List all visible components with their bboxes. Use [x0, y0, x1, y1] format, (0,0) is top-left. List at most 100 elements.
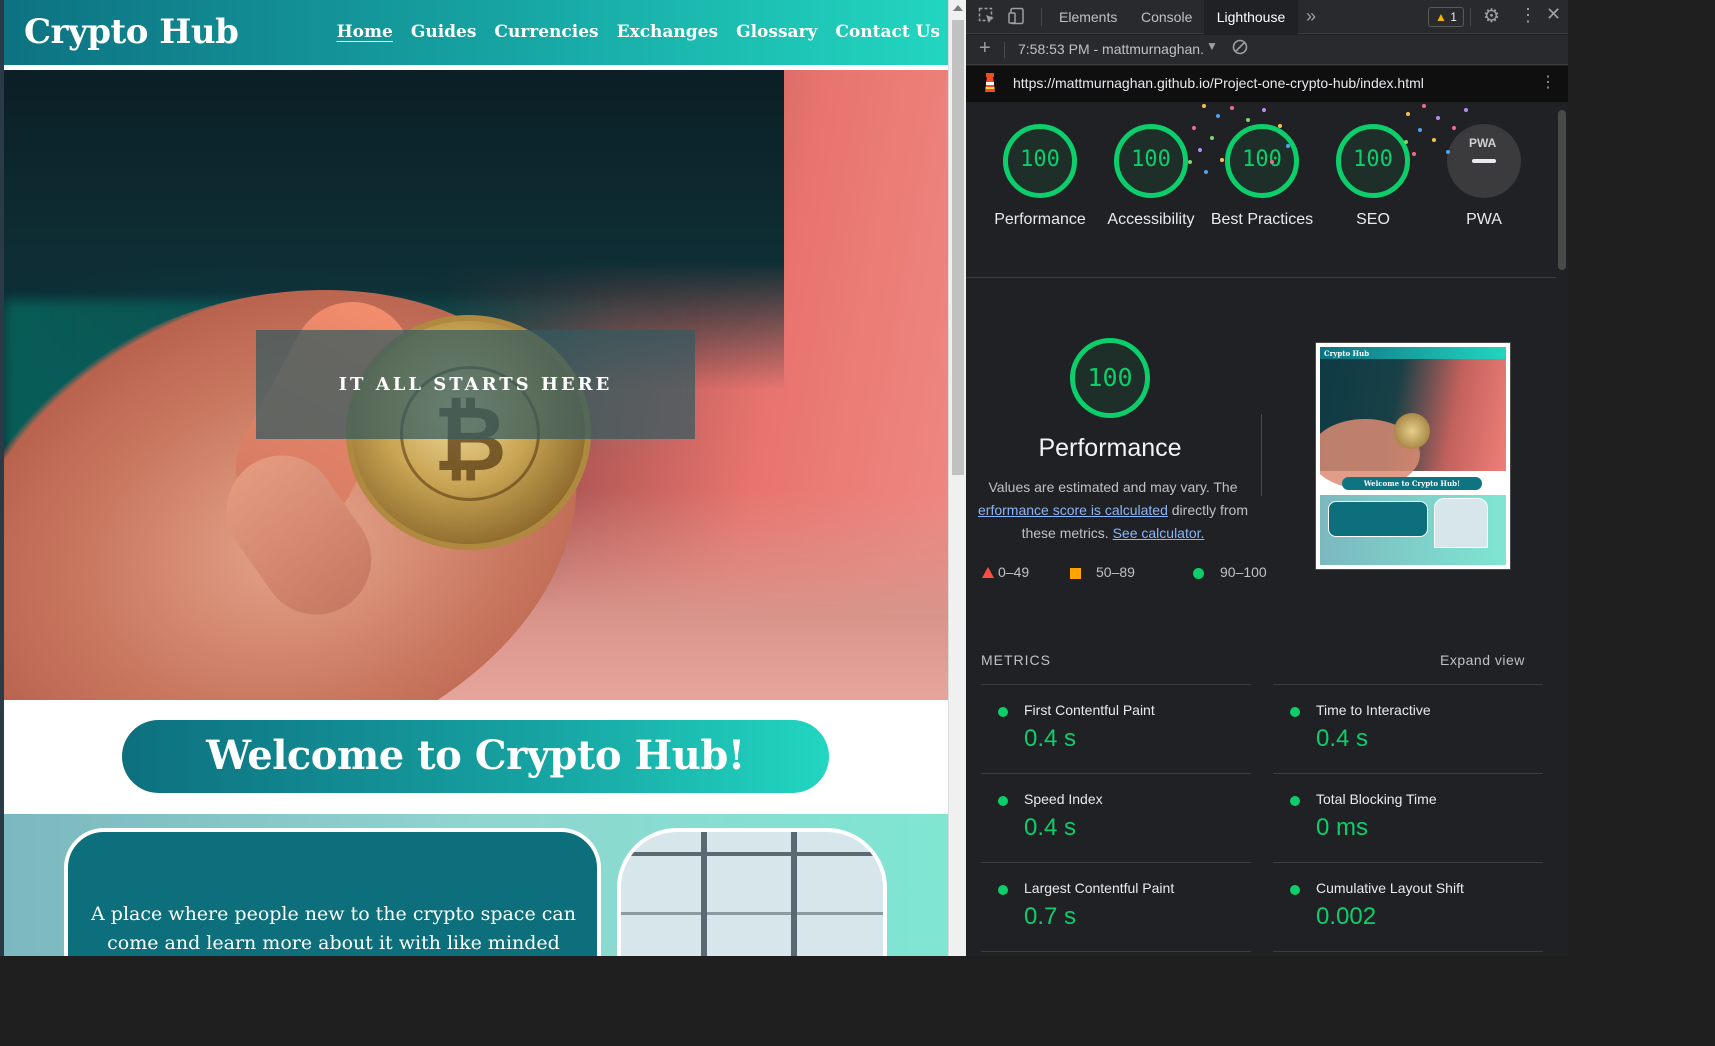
gear-icon[interactable]: ⚙	[1483, 5, 1500, 28]
metric-name: Cumulative Layout Shift	[1316, 880, 1464, 896]
score-label: Accessibility	[1107, 211, 1195, 228]
report-url-bar: https://mattmurnaghan.github.io/Project-…	[966, 66, 1568, 102]
score-value: 100	[1020, 147, 1060, 172]
window-frame	[701, 832, 707, 956]
metric-value: 0.4 s	[1316, 725, 1369, 752]
metric-cumulative-layout-shift: Cumulative Layout Shift 0.002	[1273, 862, 1543, 951]
see-calculator-link[interactable]: See calculator.	[1113, 525, 1205, 541]
metric-divider	[1273, 951, 1543, 952]
close-icon[interactable]: ✕	[1546, 4, 1561, 25]
metric-speed-index: Speed Index 0.4 s	[981, 773, 1251, 862]
devtools-scroll-thumb[interactable]	[1558, 110, 1566, 270]
metric-value: 0.4 s	[1024, 814, 1077, 841]
nav-currencies[interactable]: Currencies	[494, 22, 598, 42]
thumb-header: Crypto Hub	[1320, 347, 1506, 359]
thumb-card	[1328, 501, 1428, 537]
plus-icon[interactable]: +	[979, 37, 991, 60]
scroll-up-arrow-icon[interactable]	[953, 5, 963, 11]
desc-text: Values are estimated and may vary. The	[988, 479, 1238, 495]
page-scroll-thumb[interactable]	[952, 20, 964, 475]
nav-home[interactable]: Home	[337, 22, 393, 42]
legend-average: 50–89	[1070, 564, 1135, 580]
hero-image: ₿ IT ALL STARTS HERE	[4, 70, 948, 700]
metric-value: 0.002	[1316, 903, 1377, 930]
site-nav: Home Guides Currencies Exchanges Glossar…	[337, 22, 940, 42]
dropdown-arrow-icon[interactable]: ▼	[1206, 39, 1218, 53]
pwa-dash-icon	[1472, 159, 1496, 163]
hero-tagline-box: IT ALL STARTS HERE	[256, 330, 695, 439]
metric-name: Speed Index	[1024, 791, 1103, 807]
site-header: Crypto Hub Home Guides Currencies Exchan…	[4, 0, 948, 68]
hero-tagline: IT ALL STARTS HERE	[338, 374, 613, 395]
score-gauge-best-practices[interactable]: 100	[1225, 124, 1299, 198]
window-frame	[621, 852, 883, 856]
score-gauge-performance[interactable]: 100	[1003, 124, 1077, 198]
nav-contact-us[interactable]: Contact Us	[835, 22, 940, 42]
metrics-heading: METRICS	[981, 652, 1051, 668]
welcome-section: Welcome to Crypto Hub!	[4, 700, 948, 814]
report-selector[interactable]: 7:58:53 PM - mattmurnaghan.	[1018, 41, 1204, 57]
tab-elements[interactable]: Elements	[1059, 9, 1117, 25]
report-menu-icon[interactable]: ⋮	[1540, 72, 1556, 92]
final-screenshot-thumbnail[interactable]: Crypto Hub Welcome to Crypto Hub!	[1315, 342, 1511, 570]
thumb-photo	[1434, 498, 1488, 548]
intro-text: A place where people new to the crypto s…	[91, 903, 576, 954]
score-gauge-pwa[interactable]: PWA	[1447, 124, 1521, 198]
lighthouse-logo-icon	[982, 73, 998, 93]
nav-exchanges[interactable]: Exchanges	[617, 22, 718, 42]
welcome-heading: Welcome to Crypto Hub!	[206, 732, 745, 779]
performance-title: Performance	[1038, 434, 1182, 462]
score-label: SEO	[1356, 211, 1390, 228]
score-label: Performance	[994, 211, 1086, 228]
office-photo-card	[617, 828, 887, 956]
score-gauge-accessibility[interactable]: 100	[1114, 124, 1188, 198]
device-toolbar-icon[interactable]	[1008, 7, 1026, 30]
thumb-logo: Crypto Hub	[1324, 349, 1370, 358]
metric-total-blocking-time: Total Blocking Time 0 ms	[1273, 773, 1543, 862]
pass-dot-icon	[1290, 707, 1300, 717]
green-circle-icon	[1193, 568, 1204, 579]
metric-divider	[981, 951, 1251, 952]
score-gauge-seo[interactable]: 100	[1336, 124, 1410, 198]
clear-report-icon[interactable]	[1232, 39, 1248, 60]
pass-dot-icon	[1290, 796, 1300, 806]
pass-dot-icon	[998, 796, 1008, 806]
metric-value: 0 ms	[1316, 814, 1369, 841]
performance-description: Values are estimated and may vary. The e…	[966, 476, 1266, 545]
score-calculated-link[interactable]: erformance score is calculated	[978, 502, 1168, 518]
metric-name: Time to Interactive	[1316, 702, 1431, 718]
thumb-lower	[1320, 495, 1506, 565]
nav-guides[interactable]: Guides	[411, 22, 477, 42]
site-logo[interactable]: Crypto Hub	[24, 12, 239, 52]
devtools-scrollbar[interactable]	[1556, 102, 1568, 956]
double-chevron-icon[interactable]: »	[1306, 6, 1316, 27]
vertical-divider	[1261, 414, 1262, 496]
page-scrollbar[interactable]	[948, 0, 966, 956]
report-url[interactable]: https://mattmurnaghan.github.io/Project-…	[1013, 75, 1424, 91]
red-triangle-icon	[982, 567, 994, 578]
metric-largest-contentful-paint: Largest Contentful Paint 0.7 s	[981, 862, 1251, 951]
intro-card: A place where people new to the crypto s…	[64, 828, 601, 956]
expand-view-toggle[interactable]: Expand view	[1440, 652, 1525, 668]
thumb-hero	[1320, 359, 1506, 489]
metric-first-contentful-paint: First Contentful Paint 0.4 s	[981, 684, 1251, 773]
kebab-menu-icon[interactable]: ⋮	[1519, 5, 1537, 26]
metric-time-to-interactive: Time to Interactive 0.4 s	[1273, 684, 1543, 773]
nav-glossary[interactable]: Glossary	[736, 22, 817, 42]
metric-name: Largest Contentful Paint	[1024, 880, 1175, 896]
lighthouse-toolbar: + 7:58:53 PM - mattmurnaghan. ▼	[966, 35, 1568, 65]
score-value: 100	[1131, 147, 1171, 172]
pwa-badge-text: PWA	[1469, 136, 1497, 150]
orange-square-icon	[1070, 568, 1081, 579]
toolbar-divider	[1004, 42, 1005, 58]
warnings-badge[interactable]: ▲ 1	[1428, 7, 1464, 27]
performance-gauge: 100	[1070, 338, 1150, 418]
tab-lighthouse[interactable]: Lighthouse	[1204, 0, 1298, 34]
pass-dot-icon	[998, 885, 1008, 895]
tab-divider	[1470, 8, 1471, 26]
inspect-element-icon[interactable]	[978, 7, 996, 30]
tab-console[interactable]: Console	[1141, 9, 1192, 25]
tab-divider	[1041, 8, 1042, 26]
score-label: PWA	[1466, 211, 1502, 228]
metric-value: 0.4 s	[1024, 725, 1077, 752]
